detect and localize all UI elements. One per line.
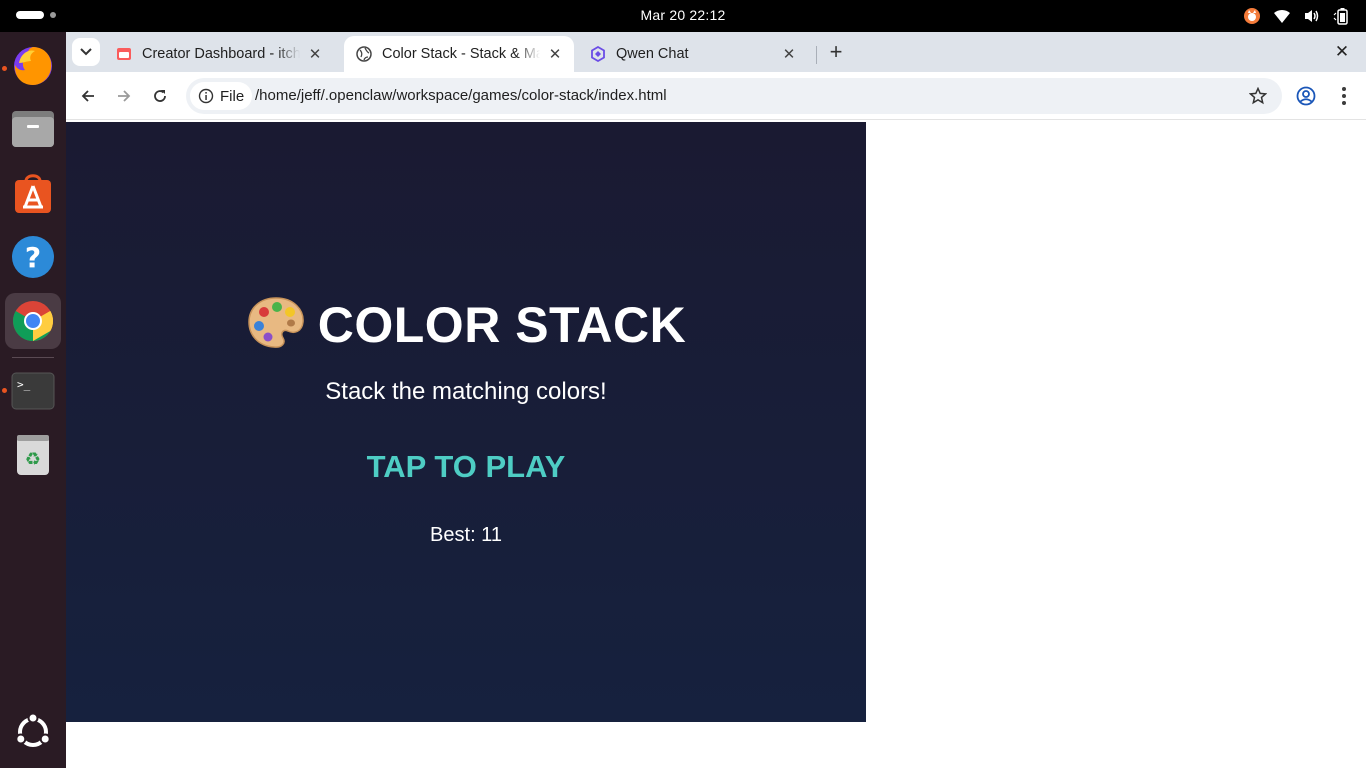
- tab-close-icon[interactable]: ✕: [306, 45, 324, 63]
- dock-separator: [12, 357, 54, 358]
- battery-icon[interactable]: [1332, 6, 1352, 26]
- file-chip-label: File: [220, 87, 245, 105]
- tab-label: Qwen Chat: [616, 46, 689, 62]
- game-subtitle: Stack the matching colors!: [325, 378, 607, 405]
- game-title-text: COLOR STACK: [317, 297, 687, 353]
- itchio-icon: [116, 46, 132, 62]
- volume-icon[interactable]: [1302, 6, 1322, 26]
- reload-icon: [154, 90, 166, 102]
- site-info-chip[interactable]: File: [190, 82, 253, 110]
- tab-creator-dashboard[interactable]: Creator Dashboard - itch.io ✕: [104, 36, 334, 72]
- tab-close-icon[interactable]: ✕: [546, 45, 564, 63]
- terminal-icon[interactable]: >_: [5, 363, 61, 419]
- forward-button[interactable]: [110, 82, 138, 110]
- app-center-icon[interactable]: [5, 165, 61, 221]
- kebab-menu-icon[interactable]: [1334, 84, 1354, 108]
- tab-label: Color Stack - Stack & Match: [382, 46, 540, 62]
- clock[interactable]: Mar 20 22:12: [0, 7, 1366, 23]
- page-viewport: COLOR STACK Stack the matching colors! T…: [66, 122, 1366, 768]
- svg-text:?: ?: [25, 241, 41, 274]
- system-tray[interactable]: [1242, 6, 1352, 26]
- trash-icon[interactable]: ♻: [5, 427, 61, 483]
- reload-button[interactable]: [146, 82, 174, 110]
- svg-text:♻: ♻: [25, 449, 41, 470]
- tap-to-play-button[interactable]: TAP TO PLAY: [316, 449, 616, 485]
- dock: ? >_ ♻: [0, 32, 66, 768]
- game-canvas[interactable]: COLOR STACK Stack the matching colors! T…: [66, 122, 866, 722]
- chevron-down-icon: [80, 48, 92, 56]
- info-icon: [198, 88, 214, 104]
- wifi-icon[interactable]: [1272, 6, 1292, 26]
- help-icon[interactable]: ?: [5, 229, 61, 285]
- cat-indicator-icon[interactable]: [1242, 6, 1262, 26]
- tab-color-stack[interactable]: Color Stack - Stack & Match ✕: [344, 36, 574, 72]
- browser-toolbar: File /home/jeff/.openclaw/workspace/game…: [66, 72, 1366, 120]
- tab-search-button[interactable]: [72, 38, 100, 66]
- url-text[interactable]: /home/jeff/.openclaw/workspace/games/col…: [255, 87, 667, 104]
- tab-separator: [816, 46, 817, 64]
- qwen-icon: [590, 46, 606, 62]
- best-score: Best: 11: [430, 524, 502, 546]
- arrow-left-icon: [81, 90, 94, 102]
- back-button[interactable]: [74, 82, 102, 110]
- new-tab-button[interactable]: +: [822, 38, 850, 66]
- tab-label: Creator Dashboard - itch.io: [142, 46, 300, 62]
- tab-close-icon[interactable]: ✕: [780, 45, 798, 63]
- address-bar[interactable]: File /home/jeff/.openclaw/workspace/game…: [186, 78, 1282, 114]
- game-title: COLOR STACK: [66, 294, 866, 354]
- firefox-icon[interactable]: [5, 37, 61, 93]
- tab-strip: Creator Dashboard - itch.io ✕ Color Stac…: [66, 32, 1366, 72]
- arrow-right-icon: [118, 90, 131, 102]
- browser-window: Creator Dashboard - itch.io ✕ Color Stac…: [66, 32, 1366, 768]
- globe-icon: [356, 46, 372, 62]
- tab-qwen-chat[interactable]: Qwen Chat ✕: [578, 36, 808, 72]
- system-top-bar: Mar 20 22:12: [0, 0, 1366, 32]
- files-icon[interactable]: [5, 101, 61, 157]
- window-close-button[interactable]: ✕: [1330, 40, 1354, 64]
- palette-icon: [246, 294, 306, 350]
- bookmark-star-icon[interactable]: [1248, 86, 1268, 106]
- svg-text:>_: >_: [17, 378, 31, 391]
- profile-avatar-icon[interactable]: [1294, 84, 1318, 108]
- chrome-icon[interactable]: [5, 293, 61, 349]
- show-apps-icon[interactable]: [5, 704, 61, 760]
